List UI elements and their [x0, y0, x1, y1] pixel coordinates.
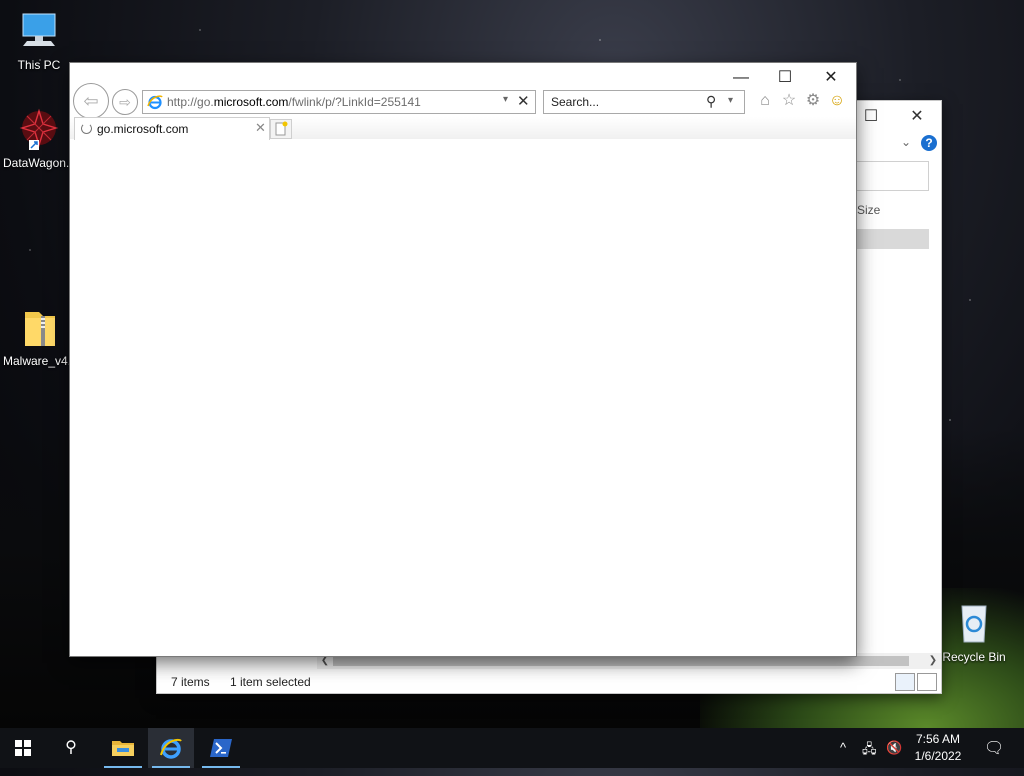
desktop-icon-label: This PC	[17, 58, 61, 72]
new-tab-button[interactable]	[270, 119, 292, 139]
tab-strip: go.microsoft.com ✕	[70, 117, 856, 140]
loading-spinner-icon	[81, 123, 92, 134]
home-icon[interactable]: ⌂	[756, 92, 774, 110]
system-clock[interactable]: 7:56 AM 1/6/2022	[906, 731, 970, 765]
desktop-icon-label: Malware_v4...	[3, 354, 78, 368]
item-count: 7 items	[171, 675, 210, 689]
action-center-icon[interactable]: 🗨	[984, 738, 1004, 758]
tab-go-microsoft[interactable]: go.microsoft.com ✕	[74, 117, 270, 140]
search-placeholder: Search...	[551, 95, 600, 109]
large-icons-view-button[interactable]	[917, 673, 937, 691]
desktop-icon-malware-zip[interactable]: Malware_v4...	[3, 306, 78, 368]
address-bar[interactable]: http://go.microsoft.com/fwlink/p/?LinkId…	[142, 90, 536, 114]
show-hidden-icons-chevron-icon[interactable]: ^	[840, 740, 846, 755]
address-url[interactable]: http://go.microsoft.com/fwlink/p/?LinkId…	[167, 95, 421, 109]
taskbar-powershell[interactable]	[198, 728, 244, 768]
back-arrow-icon: ⇦	[83, 91, 99, 111]
close-button[interactable]: ✕	[808, 67, 854, 89]
start-button[interactable]	[0, 728, 46, 768]
desktop-icon-label: DataWagon...	[3, 156, 76, 170]
smiley-feedback-icon[interactable]: ☺	[828, 92, 846, 110]
close-tab-icon[interactable]: ✕	[255, 120, 266, 136]
internet-explorer-window[interactable]: — ☐ ✕ ⇦ ⇨ http://go.microsoft.com/fwlink…	[69, 62, 857, 657]
details-view-button[interactable]	[895, 673, 915, 691]
volume-muted-icon[interactable]: 🔇	[886, 740, 902, 756]
help-icon[interactable]: ?	[921, 135, 937, 151]
search-icon[interactable]: ⚲	[706, 93, 716, 110]
clock-date: 1/6/2022	[914, 749, 962, 763]
desktop-icon-recycle-bin[interactable]: Recycle Bin	[938, 602, 1010, 664]
ribbon-expand-chevron-icon[interactable]: ⌄	[901, 135, 911, 149]
selected-row[interactable]	[855, 229, 929, 249]
forward-button[interactable]: ⇨	[112, 89, 138, 115]
new-tab-icon	[275, 121, 288, 136]
search-icon: ⚲	[65, 739, 77, 756]
clock-time: 7:56 AM	[915, 732, 961, 746]
recycle-bin-icon	[952, 602, 996, 646]
search-button[interactable]: ⚲	[48, 728, 94, 768]
desktop-icon-this-pc[interactable]: This PC	[3, 10, 75, 72]
windows-start-icon	[15, 740, 31, 756]
scroll-right-arrow-icon[interactable]: ❯	[925, 653, 941, 669]
back-button[interactable]: ⇦	[73, 83, 109, 119]
column-header-size[interactable]: Size	[857, 203, 880, 217]
minimize-button[interactable]: —	[718, 67, 764, 89]
forward-arrow-icon: ⇨	[119, 94, 131, 110]
monitor-icon	[17, 10, 61, 54]
search-dropdown-icon[interactable]: ▾	[728, 95, 733, 106]
maximize-button[interactable]: ☐	[861, 109, 881, 125]
maximize-button[interactable]: ☐	[762, 67, 808, 89]
taskbar: ⚲ ^ 🖧 🔇 7:56 AM 1/6/2022 🗨	[0, 728, 1024, 768]
scrollbar-thumb[interactable]	[333, 656, 909, 666]
network-icon[interactable]: 🖧	[862, 740, 877, 762]
settings-gear-icon[interactable]: ⚙	[804, 92, 822, 110]
taskbar-internet-explorer[interactable]	[148, 728, 194, 768]
internet-explorer-icon	[147, 95, 163, 110]
desktop-icon-label: Recycle Bin	[942, 650, 1006, 664]
selection-count: 1 item selected	[230, 675, 311, 689]
taskbar-file-explorer[interactable]	[100, 728, 146, 768]
tab-title: go.microsoft.com	[97, 122, 189, 136]
search-input[interactable]: Search... ⚲ ▾	[543, 90, 745, 114]
powershell-icon	[210, 739, 232, 757]
status-bar: 7 items 1 item selected	[157, 671, 941, 693]
search-box[interactable]	[855, 161, 929, 191]
zip-folder-icon	[17, 306, 61, 350]
address-dropdown-icon[interactable]: ▾	[503, 94, 508, 105]
internet-explorer-icon	[160, 738, 182, 759]
desktop-icon-datawagon[interactable]: DataWagon...	[3, 108, 76, 170]
close-button[interactable]: ✕	[907, 109, 927, 125]
favorites-star-icon[interactable]: ☆	[780, 92, 798, 110]
stop-icon[interactable]: ✕	[517, 92, 530, 110]
datawagon-shortcut-icon	[17, 108, 61, 152]
file-explorer-icon	[112, 741, 134, 756]
